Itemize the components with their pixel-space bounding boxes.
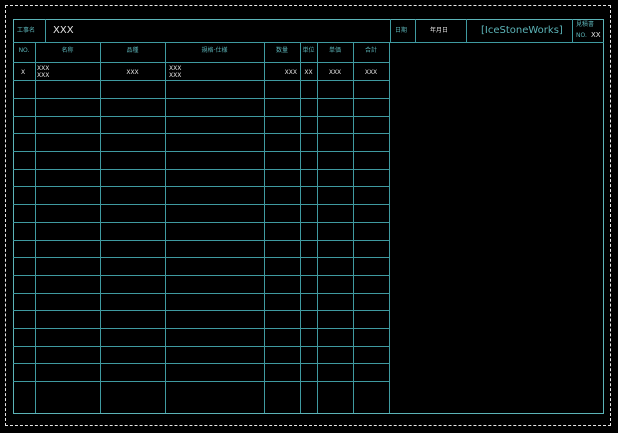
row-1-price: XXX <box>328 69 342 76</box>
table-row-line-1 <box>13 62 389 63</box>
col-header-total: 合計 <box>364 47 377 54</box>
table-row-line-14 <box>13 293 389 294</box>
doc-type: 見積書 <box>576 21 595 28</box>
col-header-spec: 規格·仕様 <box>201 47 228 54</box>
table-row-line-12 <box>13 257 389 258</box>
row-1-qty: XXX <box>284 69 297 76</box>
title-sep-project <box>45 19 46 42</box>
title-sep-date-label <box>390 19 391 42</box>
title-sep-doctype <box>572 19 573 42</box>
project-value: XXX <box>53 25 74 36</box>
table-row-line-17 <box>13 346 389 347</box>
title-band-bottom-line <box>13 42 604 43</box>
table-row-line-8 <box>13 186 389 187</box>
row-1-spec-line-2: XXX <box>169 72 182 79</box>
table-row-line-19 <box>13 381 389 382</box>
doc-no-label: NO. <box>576 32 587 39</box>
table-row-line-7 <box>13 169 389 170</box>
table-row-line-4 <box>13 116 389 117</box>
row-1-type: XXX <box>126 69 139 76</box>
table-row-line-15 <box>13 310 389 311</box>
date-label: 日期 <box>395 27 408 34</box>
project-label: 工事名 <box>17 27 36 34</box>
row-1-unit: XX <box>304 69 313 76</box>
table-row-line-16 <box>13 328 389 329</box>
col-header-no: NO. <box>18 47 30 54</box>
table-row-line-9 <box>13 204 389 205</box>
doc-no-value: XX <box>591 31 601 39</box>
col-header-price: 単価 <box>328 47 341 54</box>
date-value: 年月日 <box>430 27 449 34</box>
table-row-line-3 <box>13 98 389 99</box>
col-header-unit: 単位 <box>302 47 315 54</box>
col-header-type: 品種 <box>126 47 139 54</box>
table-row-line-10 <box>13 222 389 223</box>
table-row-line-6 <box>13 151 389 152</box>
title-sep-date-value <box>415 19 416 42</box>
title-sep-brand <box>466 19 467 42</box>
table-row-line-5 <box>13 133 389 134</box>
row-1-name-line-2: XXX <box>37 72 50 79</box>
row-1-no: X <box>21 69 26 76</box>
table-col-line-8 <box>389 42 390 413</box>
table-row-line-13 <box>13 275 389 276</box>
col-header-qty: 数量 <box>275 47 288 54</box>
row-1-total: XXX <box>364 69 378 76</box>
table-row-line-18 <box>13 363 389 364</box>
brand-name: [IceStoneWorks] <box>481 25 563 36</box>
table-row-line-2 <box>13 80 389 81</box>
table-row-line-11 <box>13 240 389 241</box>
col-header-name: 名称 <box>61 47 74 54</box>
drawing-frame <box>13 19 604 414</box>
